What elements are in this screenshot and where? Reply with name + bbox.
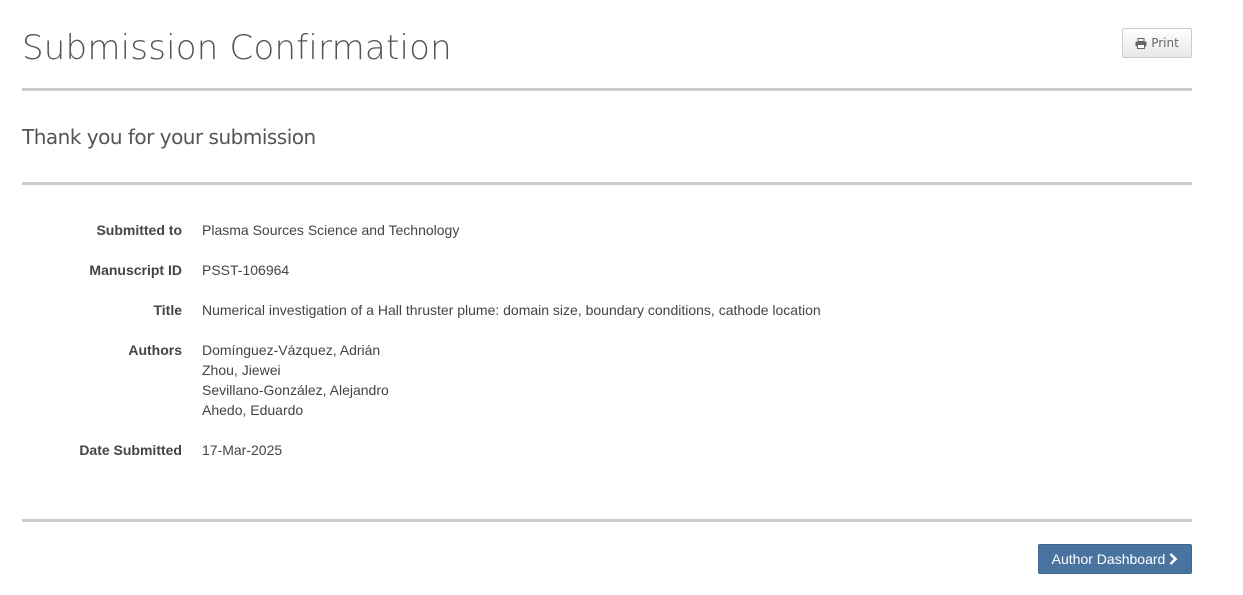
author-item: Sevillano-González, Alejandro: [202, 382, 389, 398]
author-dashboard-label: Author Dashboard: [1051, 551, 1166, 567]
title-label: Title: [153, 302, 182, 318]
section-divider: [22, 182, 1192, 185]
print-icon: [1135, 37, 1147, 49]
author-dashboard-button[interactable]: Author Dashboard: [1038, 544, 1192, 574]
confirmation-message: Thank you for your submission: [22, 125, 316, 149]
detail-row-date-submitted: Date Submitted 17-Mar-2025: [22, 440, 1192, 460]
submitted-to-value: Plasma Sources Science and Technology: [202, 222, 460, 238]
submitted-to-label: Submitted to: [96, 222, 182, 238]
authors-list: Domínguez-Vázquez, Adrián Zhou, Jiewei S…: [182, 340, 389, 420]
author-item: Zhou, Jiewei: [202, 362, 281, 378]
print-button[interactable]: Print: [1122, 28, 1192, 58]
header-divider: [22, 88, 1192, 91]
detail-row-submitted-to: Submitted to Plasma Sources Science and …: [22, 220, 1192, 240]
detail-row-title: Title Numerical investigation of a Hall …: [22, 300, 1192, 320]
title-value: Numerical investigation of a Hall thrust…: [202, 302, 821, 318]
author-item: Ahedo, Eduardo: [202, 402, 304, 418]
manuscript-id-label: Manuscript ID: [89, 262, 182, 278]
submission-details: Submitted to Plasma Sources Science and …: [22, 220, 1192, 480]
authors-label: Authors: [128, 342, 182, 358]
date-submitted-label: Date Submitted: [79, 442, 182, 458]
manuscript-id-value: PSST-106964: [202, 262, 290, 278]
date-submitted-value: 17-Mar-2025: [202, 442, 283, 458]
footer-divider: [22, 519, 1192, 522]
chevron-right-icon: [1169, 553, 1178, 565]
detail-row-manuscript-id: Manuscript ID PSST-106964: [22, 260, 1192, 280]
page-title: Submission Confirmation: [22, 28, 452, 68]
print-label: Print: [1151, 36, 1179, 50]
detail-row-authors: Authors Domínguez-Vázquez, Adrián Zhou, …: [22, 340, 1192, 420]
author-item: Domínguez-Vázquez, Adrián: [202, 342, 381, 358]
